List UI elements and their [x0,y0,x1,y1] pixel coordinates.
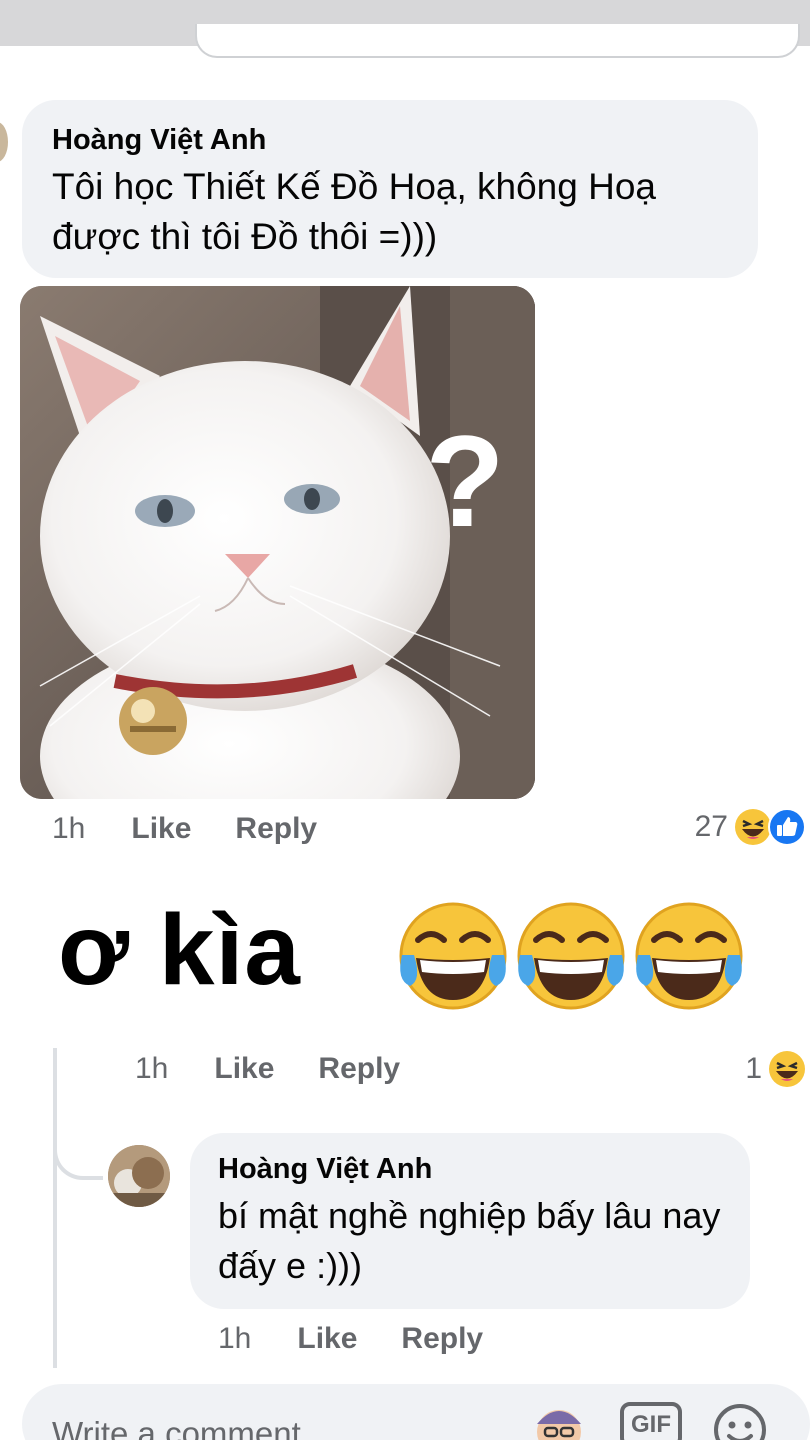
like-icon [768,808,806,846]
reply-timestamp[interactable]: 1h [218,1322,251,1356]
reaction-count: 1 [745,1052,762,1085]
reply-thread-line [53,1048,57,1368]
reply-button[interactable]: Reply [401,1322,483,1356]
comment-input[interactable] [52,1404,522,1440]
like-button[interactable]: Like [297,1322,357,1356]
comment-author[interactable]: Hoàng Việt Anh [52,122,758,158]
sticker-reply-timestamp[interactable]: 1h [135,1052,168,1086]
avatar-sticker-icon[interactable] [532,1402,586,1440]
reaction-summary[interactable]: 27 [695,808,806,846]
like-button[interactable]: Like [131,812,191,846]
tears-of-joy-icon [635,902,743,1010]
haha-icon [769,1051,805,1087]
reply-text: bí mật nghề nghiệp bấy lâu nay đấy e :))… [218,1195,721,1286]
sticker-reply-actions: 1h Like Reply [135,1052,400,1086]
comment-timestamp[interactable]: 1h [52,812,85,846]
reaction-count: 27 [694,810,728,843]
tears-of-joy-icon [517,902,625,1010]
svg-text:?: ? [425,408,504,554]
comment-composer: GIF [22,1384,810,1440]
previous-comment-field [195,24,800,58]
haha-icon [735,809,771,845]
emoji-icon[interactable] [712,1402,768,1440]
comment-image-cat[interactable]: ? [20,286,535,799]
tears-of-joy-icon [399,902,507,1010]
reply-thread-connector [53,1120,103,1180]
reply-author-avatar[interactable] [108,1145,170,1207]
reply-button[interactable]: Reply [318,1052,400,1086]
reply-author[interactable]: Hoàng Việt Anh [218,1151,750,1187]
comment-text: Tôi học Thiết Kế Đồ Hoạ, không Hoạ được … [52,166,656,257]
like-button[interactable]: Like [214,1052,274,1086]
author-avatar[interactable] [0,122,8,162]
sticker-text: ơ kìa [58,894,301,1006]
reply-bubble: Hoàng Việt Anh bí mật nghề nghiệp bấy lâ… [190,1133,750,1309]
reaction-summary[interactable]: 1 [745,1050,806,1088]
sticker-emoji-row [396,900,750,1012]
comment-bubble: Hoàng Việt Anh Tôi học Thiết Kế Đồ Hoạ, … [22,100,758,278]
gif-button[interactable]: GIF [620,1402,682,1440]
reply-button[interactable]: Reply [235,812,317,846]
comment-actions: 1h Like Reply [52,812,317,846]
reply-actions: 1h Like Reply [218,1322,483,1356]
